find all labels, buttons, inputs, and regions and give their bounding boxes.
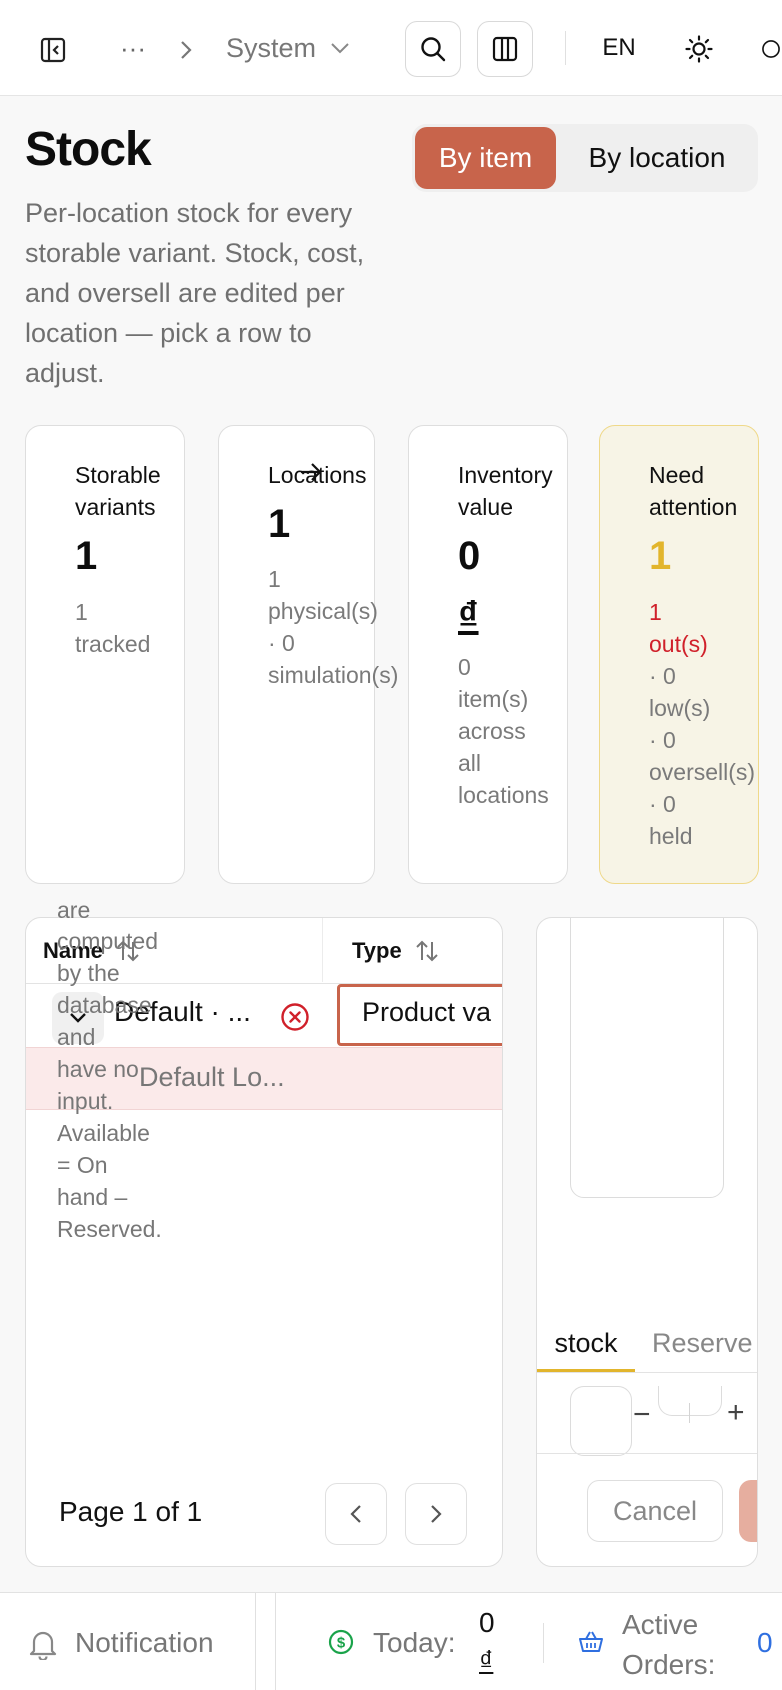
quantity-stepper[interactable] <box>658 1386 722 1416</box>
quantity-input[interactable] <box>570 1386 632 1456</box>
stock-editor-panel: stock Reserve − + Cancel <box>536 917 758 1567</box>
stat-label: Inventory value <box>458 462 553 520</box>
today-currency: ₫ <box>479 1645 494 1676</box>
sort-icon <box>416 940 438 961</box>
cancel-button[interactable]: Cancel <box>587 1480 723 1542</box>
language-switch[interactable]: EN <box>596 28 642 68</box>
moon-icon[interactable] <box>760 29 782 69</box>
pagination-label: Page 1 of 1 <box>59 1496 203 1527</box>
currency-symbol: ₫ <box>458 594 479 638</box>
active-orders-value[interactable]: 0 <box>757 1627 773 1659</box>
chevron-left-icon <box>350 1505 361 1523</box>
previous-page-button[interactable] <box>325 1483 387 1545</box>
stat-value: 1 <box>268 502 291 546</box>
tab-reserve[interactable]: Reserve <box>652 1313 753 1373</box>
search-icon <box>421 37 446 62</box>
sun-icon[interactable] <box>681 29 717 69</box>
stat-value: 0 <box>458 534 481 578</box>
tab-divider <box>537 1372 757 1373</box>
stat-card-need-attention[interactable]: Need attention 1 1 out(s) · 0 low(s) · 0 ove… <box>599 425 759 884</box>
stat-card-locations[interactable]: Locations 1 1 physical(s) · 0 simulation(s) <box>218 425 398 884</box>
by-item-button[interactable]: By item <box>415 127 556 189</box>
columns-button[interactable] <box>477 21 533 77</box>
status-divider <box>255 1593 256 1690</box>
column-header-label: Type <box>352 937 402 963</box>
active-orders-label: Active Orders: <box>622 1609 716 1680</box>
notification-button[interactable]: Notification <box>75 1627 214 1659</box>
chevron-right-icon <box>174 30 198 70</box>
decrement-button[interactable]: − <box>633 1398 651 1432</box>
stat-sub: 0 item(s) across all locations <box>458 654 549 808</box>
status-divider <box>275 1593 276 1690</box>
chevron-down-icon <box>330 41 350 55</box>
sidebar-toggle-icon[interactable] <box>33 30 73 70</box>
search-button[interactable] <box>405 21 461 77</box>
save-button[interactable] <box>739 1480 757 1542</box>
next-page-button[interactable] <box>405 1483 467 1545</box>
footer-divider <box>537 1453 757 1454</box>
svg-text:$: $ <box>337 1635 346 1652</box>
info-note <box>570 918 724 1198</box>
columns-icon <box>492 36 518 62</box>
stat-label: Locations <box>268 462 367 488</box>
chevron-right-icon <box>431 1505 442 1523</box>
stat-sub: 1 out(s) · 0 low(s) · 0 oversell(s) · 0 held <box>649 599 756 849</box>
stat-label: Storable variants <box>75 462 161 520</box>
column-header-type[interactable]: Type <box>352 918 440 983</box>
stat-card-inventory-value: Inventory value 0 ₫ 0 item(s) across all loc… <box>408 425 568 884</box>
stat-card-storable-variants: Storable variants 1 1 tracked <box>25 425 185 884</box>
type-field[interactable]: Product va <box>337 984 502 1046</box>
status-divider <box>543 1623 544 1663</box>
stat-label: Need attention <box>649 462 738 520</box>
increment-button[interactable]: + <box>727 1396 745 1430</box>
arrow-right-icon <box>299 460 323 489</box>
topbar-divider <box>565 31 566 65</box>
stat-value: 1 <box>649 534 672 578</box>
status-bar: Notification $ Today: 0 ₫ Active Orders:… <box>0 1592 782 1690</box>
breadcrumb-current-label: System <box>226 32 317 63</box>
column-divider <box>322 918 323 982</box>
stat-sub: 1 physical(s) · 0 simulation(s) <box>268 566 399 688</box>
view-toggle: By item By location <box>412 124 758 192</box>
stat-sub: 1 tracked <box>75 599 151 657</box>
error-icon <box>280 1002 310 1032</box>
dollar-icon: $ <box>327 1628 355 1661</box>
stat-value: 1 <box>75 534 98 578</box>
basket-icon <box>578 1630 604 1659</box>
today-label: Today: <box>373 1627 456 1658</box>
page-title: Stock <box>25 123 152 176</box>
breadcrumb-current[interactable]: System <box>226 26 350 70</box>
breadcrumb-more[interactable]: ··· <box>115 28 151 68</box>
stepper-divider <box>689 1403 690 1423</box>
top-bar: ··· System EN <box>0 0 782 96</box>
page-description: Per-location stock for every storable va… <box>25 198 365 388</box>
info-note-text: are computed by the database and have no inpu… <box>57 903 162 1242</box>
tab-stock[interactable]: stock <box>537 1313 635 1373</box>
by-location-button[interactable]: By location <box>562 127 752 189</box>
today-value: 0 <box>479 1607 495 1638</box>
bell-icon <box>28 1628 58 1665</box>
